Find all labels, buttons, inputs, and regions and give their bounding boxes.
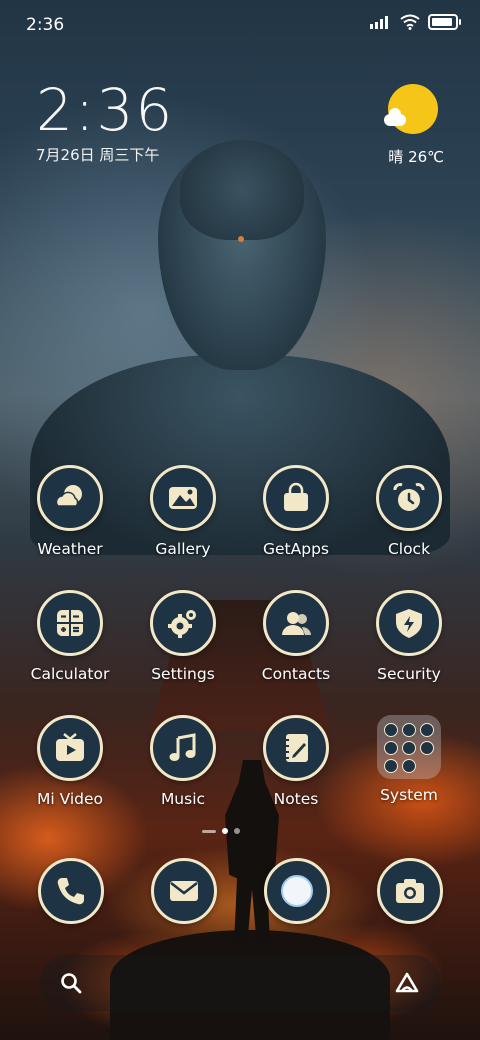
app-label: System [380,786,438,804]
app-gallery[interactable]: Gallery [133,465,233,558]
app-label: Settings [151,665,215,683]
app-label: Contacts [261,665,331,683]
app-notes[interactable]: Notes [246,715,346,808]
shield-icon [376,590,442,656]
battery-icon [428,14,461,30]
contacts-icon [263,590,329,656]
folder-app-icon [420,741,434,755]
folder-app-icon [402,723,416,737]
page-dot-active [222,828,228,834]
app-label: GetApps [263,540,329,558]
folder-app-icon [384,759,398,773]
app-label: Mi Video [36,790,104,808]
shopping-bag-icon [263,465,329,531]
app-label: Notes [273,790,319,808]
browser-icon [264,858,330,924]
app-label: Security [377,665,441,683]
wallpaper-buddha-crown [180,140,304,240]
wifi-icon [400,14,420,30]
status-bar: 2:36 [0,0,480,50]
gear-icon [150,590,216,656]
weather-icon [37,465,103,531]
app-mi-video[interactable]: Mi Video [20,715,120,808]
app-label: Clock [387,540,431,558]
status-icons [370,14,461,30]
app-clock[interactable]: Clock [359,465,459,558]
weather-text: 晴 26℃ [388,148,444,166]
search-bar[interactable] [40,955,440,1011]
dock-browser[interactable] [263,858,331,926]
weather-widget[interactable]: 晴 26℃ [374,84,444,174]
app-contacts[interactable]: Contacts [246,590,346,683]
page-indicator[interactable] [202,828,240,834]
music-note-icon [150,715,216,781]
signal-icon [370,16,388,29]
calculator-icon [37,590,103,656]
app-label: Music [160,790,206,808]
folder-app-icon [384,741,398,755]
page-indicator-menu [202,829,216,833]
app-calculator[interactable]: Calculator [20,590,120,683]
assistant-icon[interactable] [394,971,420,995]
page-dot [234,828,240,834]
app-security[interactable]: Security [359,590,459,683]
app-music[interactable]: Music [133,715,233,808]
folder-icon [377,715,441,779]
widget-time: 2:36 [36,76,175,144]
gallery-icon [150,465,216,531]
dock-phone[interactable] [37,858,105,926]
camera-icon [377,858,443,924]
app-getapps[interactable]: GetApps [246,465,346,558]
mail-icon [151,858,217,924]
folder-app-icon [402,759,416,773]
phone-icon [38,858,104,924]
folder-app-icon [420,723,434,737]
cloud-icon [384,108,406,126]
app-weather[interactable]: Weather [20,465,120,558]
battery-level [432,18,452,26]
wallpaper-buddha-urna [238,236,244,242]
folder-app-icon [384,723,398,737]
folder-app-icon [402,741,416,755]
app-label: Calculator [30,665,110,683]
clock-widget[interactable]: 2:36 7月26日 周三下午 [36,78,174,165]
widget-date: 7月26日 周三下午 [36,146,160,164]
dock-messages[interactable] [150,858,218,926]
alarm-clock-icon [376,465,442,531]
app-label: Weather [37,540,103,558]
app-settings[interactable]: Settings [133,590,233,683]
app-system-folder[interactable]: System [359,715,459,804]
search-icon[interactable] [60,972,82,994]
notebook-icon [263,715,329,781]
app-label: Gallery [155,540,211,558]
tv-play-icon [37,715,103,781]
status-time: 2:36 [26,15,65,35]
dock-camera[interactable] [376,858,444,926]
